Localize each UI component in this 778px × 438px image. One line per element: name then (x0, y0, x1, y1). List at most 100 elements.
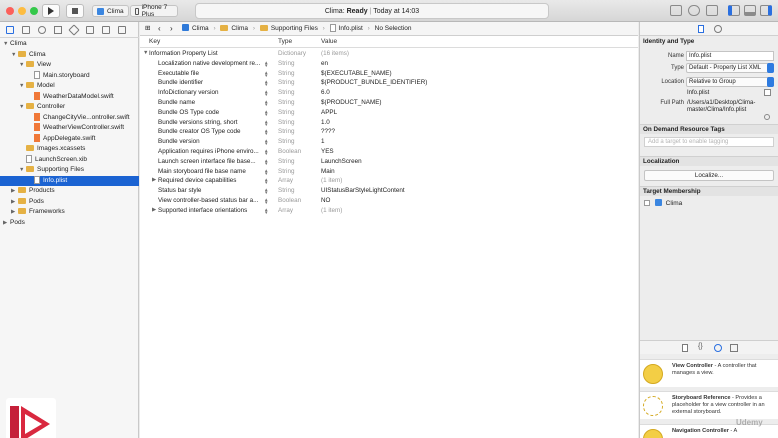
navigator-item[interactable]: Images.xcassets (0, 144, 139, 155)
plist-row[interactable]: ▶ Supported interface orientations ▲ ▼ Array… (140, 206, 638, 216)
navigator-item[interactable]: ChangeCityVie...ontroller.swift (0, 112, 139, 124)
plist-key[interactable]: View controller-based status bar a... (158, 196, 270, 206)
symbol-navigator-icon[interactable] (22, 26, 30, 34)
plist-type[interactable]: Boolean (278, 196, 301, 206)
reveal-in-finder-icon[interactable] (764, 114, 770, 120)
key-stepper-icon[interactable]: ▲ ▼ (264, 178, 269, 186)
plist-type[interactable]: Array (278, 206, 293, 216)
key-stepper-icon[interactable]: ▲ ▼ (264, 129, 269, 137)
plist-key[interactable]: Application requires iPhone enviro... (158, 147, 270, 157)
plist-type[interactable]: String (278, 157, 294, 167)
stop-button[interactable] (66, 4, 84, 18)
library-item-view-controller[interactable]: View Controller - A controller that mana… (640, 359, 778, 387)
disclosure-open-icon[interactable]: ▼ (3, 39, 10, 50)
plist-key[interactable]: Bundle version (158, 137, 270, 147)
version-editor-icon[interactable] (706, 5, 718, 16)
disclosure-closed-icon[interactable]: ▶ (152, 206, 156, 216)
plist-row[interactable]: Executable file ▲ ▼ String $(EXECUTABLE_NAME… (140, 69, 638, 79)
plist-key[interactable]: Required device capabilities (158, 176, 270, 186)
plist-row[interactable]: ▼ Information Property List Dictionary (16 … (140, 49, 638, 59)
plist-key[interactable]: Supported interface orientations (158, 206, 270, 216)
assistant-editor-icon[interactable] (688, 5, 700, 16)
run-button[interactable] (42, 4, 60, 18)
plist-key[interactable]: Main storyboard file base name (158, 167, 270, 177)
plist-type[interactable]: String (278, 98, 294, 108)
scheme-selector[interactable]: Clima (92, 5, 129, 17)
breadcrumb-item[interactable]: Clima (231, 25, 248, 32)
device-selector[interactable]: iPhone 7 Plus (130, 4, 178, 18)
test-navigator-icon[interactable] (68, 24, 80, 36)
navigator-item[interactable]: ▼ View (0, 60, 139, 71)
navigator-item[interactable]: WeatherDataModel.swift (0, 91, 139, 103)
plist-type[interactable]: Array (278, 176, 293, 186)
plist-value[interactable]: LaunchScreen (321, 157, 362, 167)
standard-editor-icon[interactable] (670, 5, 682, 16)
inspector-toggle-icon[interactable] (760, 5, 772, 16)
back-arrow-icon[interactable]: ‹ (158, 22, 161, 35)
disclosure-closed-icon[interactable]: ▶ (11, 197, 18, 208)
plist-value[interactable]: $(PRODUCT_BUNDLE_IDENTIFIER) (321, 78, 427, 88)
plist-type[interactable]: String (278, 167, 294, 177)
plist-value[interactable]: UIStatusBarStyleLightContent (321, 186, 405, 196)
close-window-button[interactable] (6, 7, 14, 15)
report-navigator-icon[interactable] (118, 26, 126, 34)
navigator-item[interactable]: ▶ Pods (0, 218, 139, 229)
plist-key[interactable]: Bundle versions string, short (158, 118, 270, 128)
disclosure-closed-icon[interactable]: ▶ (11, 186, 18, 197)
plist-type[interactable]: String (278, 137, 294, 147)
plist-row[interactable]: Launch screen interface file base... ▲ ▼ St… (140, 157, 638, 167)
plist-type[interactable]: String (278, 78, 294, 88)
key-stepper-icon[interactable]: ▲ ▼ (264, 197, 269, 205)
navigator-item[interactable]: ▼ Controller (0, 102, 139, 113)
plist-type[interactable]: String (278, 118, 294, 128)
plist-type[interactable]: String (278, 127, 294, 137)
disclosure-closed-icon[interactable]: ▶ (152, 176, 156, 186)
plist-value[interactable]: en (321, 59, 328, 69)
plist-key[interactable]: Information Property List (149, 49, 261, 59)
key-column-header[interactable]: Key (149, 36, 160, 48)
location-select[interactable]: Relative to Group (686, 77, 774, 87)
plist-row[interactable]: InfoDictionary version ▲ ▼ String 6.0 (140, 88, 638, 98)
navigator-toggle-icon[interactable] (728, 5, 740, 16)
navigator-item[interactable]: ▶ Pods (0, 197, 139, 208)
navigator-item[interactable]: ▼ Model (0, 81, 139, 92)
folder-browse-icon[interactable] (764, 89, 771, 96)
navigator-item[interactable]: ▶ Frameworks (0, 207, 139, 218)
navigator-item[interactable]: ▼ Clima (0, 50, 139, 61)
disclosure-open-icon[interactable]: ▼ (19, 102, 26, 113)
key-stepper-icon[interactable]: ▲ ▼ (264, 99, 269, 107)
plist-value[interactable]: Main (321, 167, 335, 177)
disclosure-open-icon[interactable]: ▼ (11, 50, 18, 61)
zoom-window-button[interactable] (30, 7, 38, 15)
plist-row[interactable]: View controller-based status bar a... ▲ ▼ B… (140, 196, 638, 206)
file-template-library-icon[interactable] (682, 344, 688, 352)
key-stepper-icon[interactable]: ▲ ▼ (264, 109, 269, 117)
plist-row[interactable]: Bundle OS Type code ▲ ▼ String APPL (140, 108, 638, 118)
navigator-item[interactable]: Info.plist (0, 175, 139, 186)
debug-navigator-icon[interactable] (86, 26, 94, 34)
plist-key[interactable]: Launch screen interface file base... (158, 157, 270, 167)
plist-type[interactable]: String (278, 88, 294, 98)
plist-value[interactable]: APPL (321, 108, 337, 118)
plist-key[interactable]: Bundle creator OS Type code (158, 127, 270, 137)
plist-key[interactable]: Bundle identifier (158, 78, 270, 88)
file-inspector-icon[interactable] (698, 25, 704, 33)
key-stepper-icon[interactable]: ▲ ▼ (264, 187, 269, 195)
odr-tags-field[interactable]: Add a target to enable tagging (644, 137, 774, 147)
plist-row[interactable]: Application requires iPhone enviro... ▲ ▼ B… (140, 147, 638, 157)
key-stepper-icon[interactable]: ▲ ▼ (264, 70, 269, 78)
plist-key[interactable]: Bundle name (158, 98, 270, 108)
plist-key[interactable]: Localization native development re... (158, 59, 270, 69)
key-stepper-icon[interactable]: ▲ ▼ (264, 148, 269, 156)
minimize-window-button[interactable] (18, 7, 26, 15)
breadcrumb-item[interactable]: No Selection (375, 25, 412, 32)
breadcrumb-item[interactable]: Info.plist (339, 25, 363, 32)
value-column-header[interactable]: Value (321, 36, 337, 48)
key-stepper-icon[interactable]: ▲ ▼ (264, 89, 269, 97)
file-type-select[interactable]: Default - Property List XML (686, 63, 774, 73)
key-stepper-icon[interactable]: ▲ ▼ (264, 138, 269, 146)
forward-arrow-icon[interactable]: › (170, 22, 173, 35)
localize-button[interactable]: Localize... (644, 170, 774, 181)
plist-value[interactable]: (16 items) (321, 49, 349, 59)
navigator-item[interactable]: ▼ Supporting Files (0, 165, 139, 176)
